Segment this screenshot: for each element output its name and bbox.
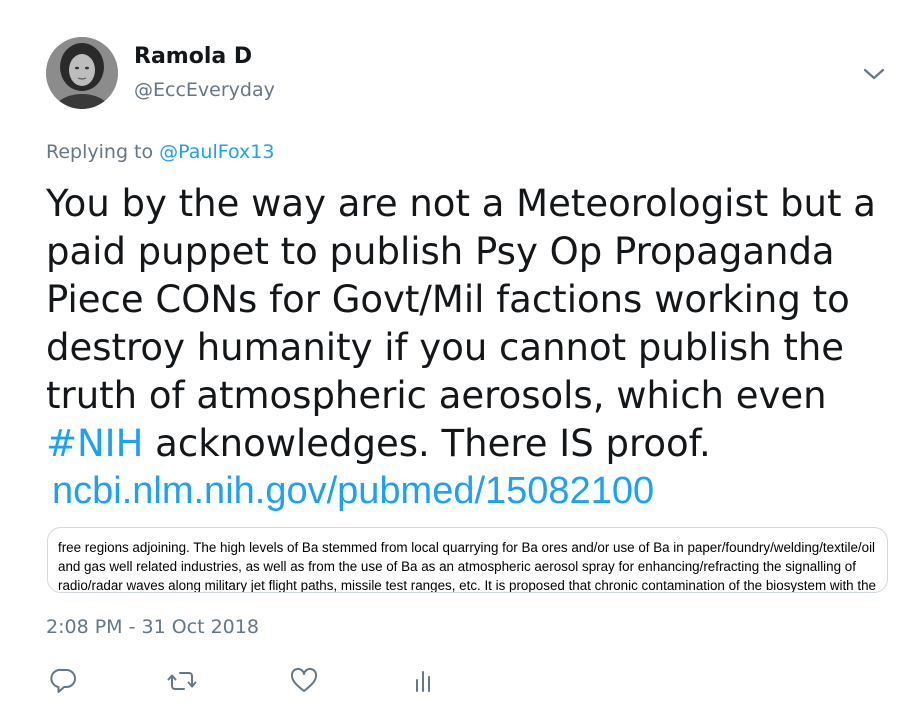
- tweet-timestamp[interactable]: 2:08 PM - 31 Oct 2018: [46, 616, 259, 638]
- replying-to-label: Replying to: [46, 141, 160, 163]
- tweet-line: truth of atmospheric aerosols, which eve…: [46, 374, 827, 417]
- author-name[interactable]: Ramola D: [134, 44, 252, 69]
- tweet-line: destroy humanity if you cannot publish t…: [46, 326, 845, 369]
- tweet-line: paid puppet to publish Psy Op Propaganda: [46, 230, 835, 273]
- hashtag-link[interactable]: #NIH: [46, 422, 143, 465]
- tweet-line-rest: acknowledges. There IS proof.: [143, 422, 711, 465]
- avatar[interactable]: [46, 37, 118, 109]
- card-clipped-line: ​: [58, 528, 876, 538]
- tweet-text: You by the way are not a Meteorologist b…: [46, 180, 906, 468]
- link-preview-card[interactable]: ​ free regions adjoining. The high level…: [47, 527, 888, 593]
- card-line: and gas well related industries, as well…: [58, 559, 856, 574]
- chevron-down-icon[interactable]: [860, 62, 888, 86]
- tweet-line: #NIH acknowledges. There IS proof.: [46, 420, 906, 468]
- card-line: free regions adjoining. The high levels …: [58, 540, 876, 555]
- author-handle[interactable]: @EccEveryday: [134, 79, 275, 101]
- tweet-line: Piece CONs for Govt/Mil factions working…: [46, 278, 850, 321]
- retweet-icon[interactable]: [167, 666, 197, 696]
- heart-icon[interactable]: [289, 666, 319, 696]
- analytics-icon[interactable]: [409, 666, 439, 696]
- card-line: radio/radar waves along military jet fli…: [58, 578, 876, 593]
- reply-mention-link[interactable]: @PaulFox13: [159, 141, 274, 163]
- tweet-line: You by the way are not a Meteorologist b…: [46, 182, 876, 225]
- tweet-url-link[interactable]: ncbi.nlm.nih.gov/pubmed/15082100: [52, 470, 654, 513]
- replying-to: Replying to @PaulFox13: [46, 141, 274, 163]
- card-excerpt: ​ free regions adjoining. The high level…: [58, 528, 876, 593]
- reply-icon[interactable]: [49, 666, 79, 696]
